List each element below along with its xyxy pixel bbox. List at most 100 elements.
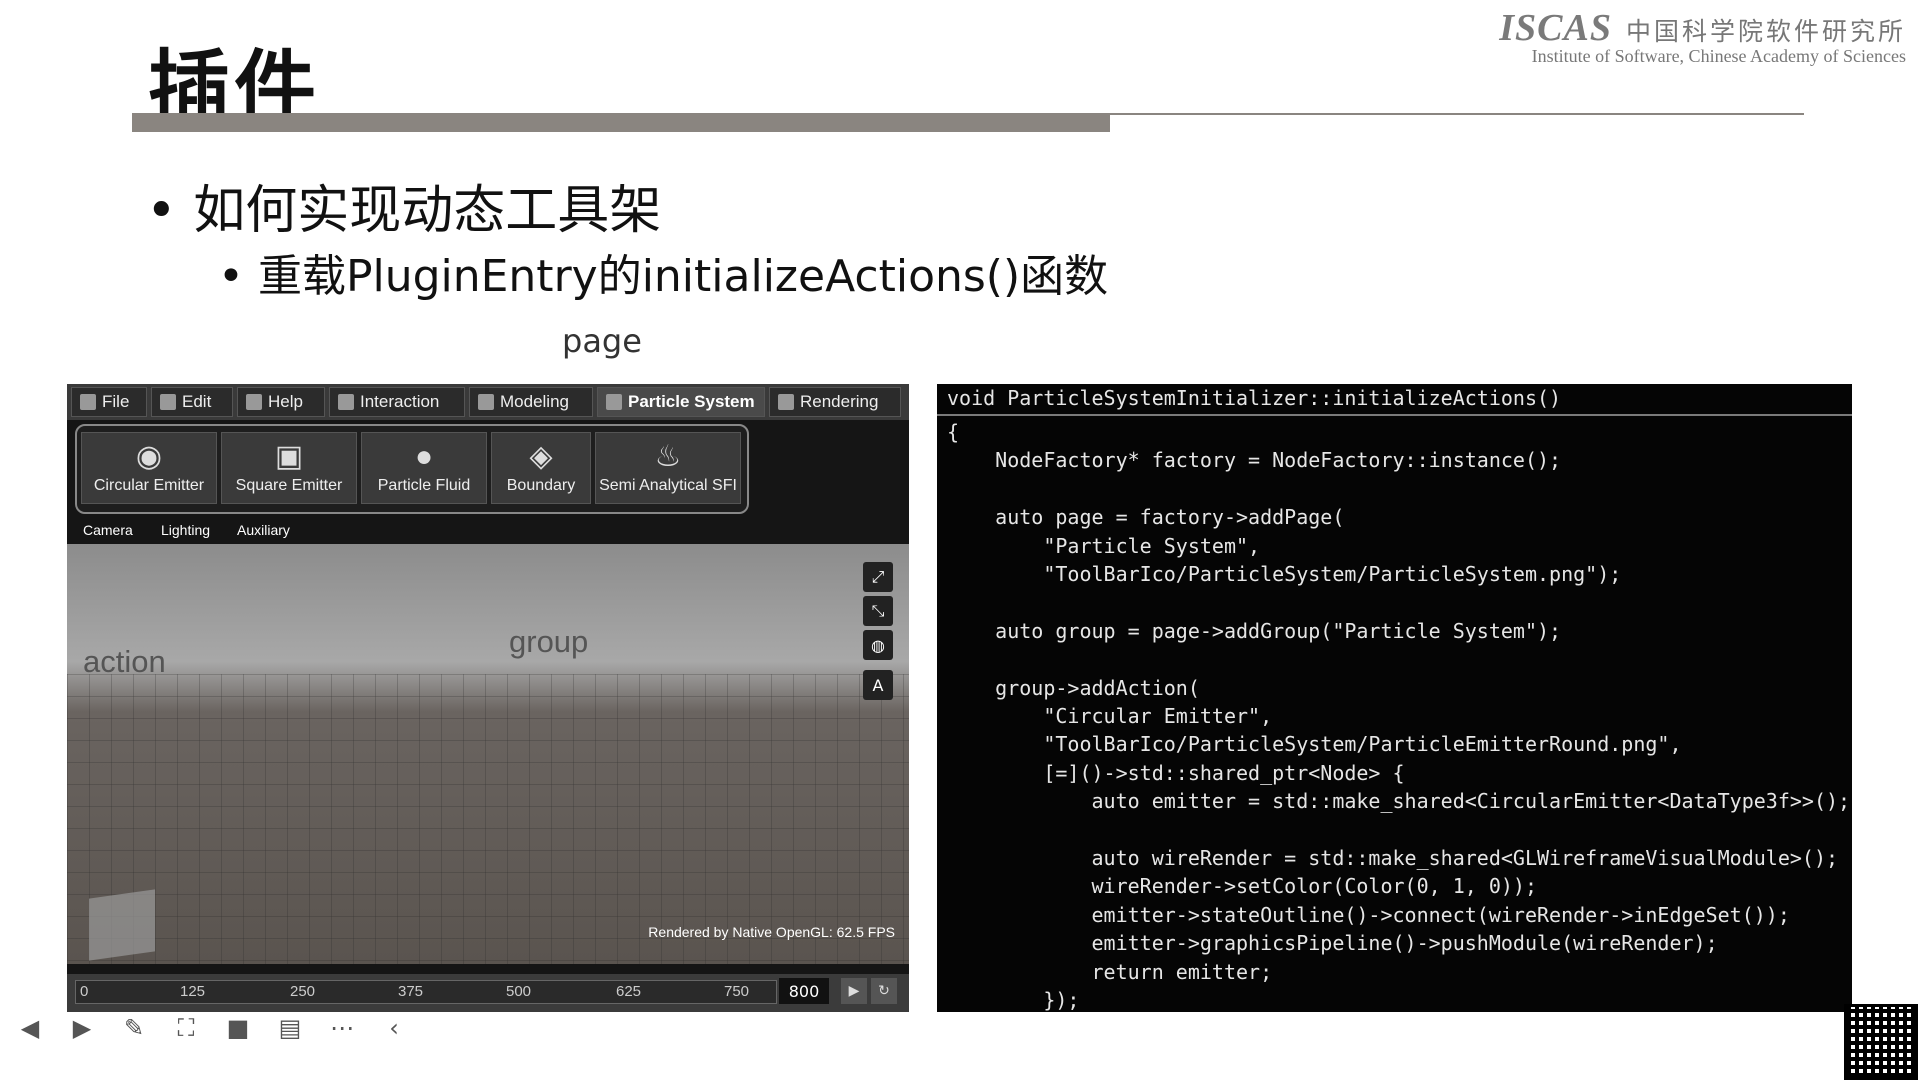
code-line: auto group = page->addGroup("Particle Sy… xyxy=(947,618,1562,643)
frame-count-field[interactable]: 800 xyxy=(779,978,829,1004)
tool-circular-emitter[interactable]: ◉ Circular Emitter xyxy=(81,432,217,504)
timeline-tick: 125 xyxy=(180,983,206,1000)
callout-page: page xyxy=(562,322,642,360)
tab-particle-system[interactable]: Particle System xyxy=(597,387,765,417)
logo-mark: ISCAS xyxy=(1499,7,1612,49)
camera-icon[interactable]: ■ xyxy=(222,1012,254,1044)
particles-icon xyxy=(606,394,622,410)
tab-interaction[interactable]: Interaction xyxy=(329,387,465,417)
capture-icon[interactable]: ⛶ xyxy=(170,1012,202,1044)
code-line: group->addAction( xyxy=(947,675,1200,700)
code-line: }); xyxy=(947,988,1080,1012)
pointer-icon xyxy=(338,394,354,410)
previous-icon[interactable]: ◀ xyxy=(14,1012,46,1044)
tab-modeling[interactable]: Modeling xyxy=(469,387,593,417)
tool-label: Particle Fluid xyxy=(377,477,471,494)
timeline-tick: 500 xyxy=(506,983,532,1000)
square-emitter-icon: ▣ xyxy=(274,440,304,473)
tool-boundary[interactable]: ◈ Boundary xyxy=(491,432,591,504)
file-icon xyxy=(80,394,96,410)
code-line: "Particle System", xyxy=(947,533,1261,558)
tab-help[interactable]: Help xyxy=(237,387,325,417)
timeline-tick: 0 xyxy=(80,983,89,1000)
cube-icon: ◈ xyxy=(529,440,553,473)
monitor-icon xyxy=(778,394,794,410)
modeling-icon xyxy=(478,394,494,410)
tool-square-emitter[interactable]: ▣ Square Emitter xyxy=(221,432,357,504)
group-tabs: Camera Lighting Auxiliary xyxy=(67,522,909,540)
menu-tab-bar: File Edit Help Interaction Modeling Part… xyxy=(67,384,909,420)
tab-rendering[interactable]: Rendering xyxy=(769,387,901,417)
timeline-tick: 250 xyxy=(290,983,316,1000)
play-icon[interactable]: ▶ xyxy=(66,1012,98,1044)
group-camera[interactable]: Camera xyxy=(83,522,133,538)
tab-file[interactable]: File xyxy=(71,387,147,417)
particle-fluid-icon: ● xyxy=(414,440,434,473)
tool-label: Boundary xyxy=(506,477,576,494)
code-signature: void ParticleSystemInitializer::initiali… xyxy=(947,386,1562,410)
circular-emitter-icon: ◉ xyxy=(135,440,163,473)
code-line: "ToolBarIco/ParticleSystem/ParticleEmitt… xyxy=(947,732,1682,757)
callout-action: action xyxy=(83,644,166,679)
expand-icon[interactable]: ⤡ xyxy=(863,596,893,626)
chevron-left-icon[interactable]: ‹ xyxy=(378,1012,410,1044)
tool-label: Circular Emitter xyxy=(93,477,205,494)
callout-group: group xyxy=(509,624,589,659)
tool-semi-analytical-sfi[interactable]: ♨ Semi Analytical SFI xyxy=(595,432,741,504)
globe-icon[interactable]: ◍ xyxy=(863,630,893,660)
bullet-sub: • 重载PluginEntry的initializeActions()函数 xyxy=(218,251,1109,302)
more-icon[interactable]: ⋯ xyxy=(326,1012,358,1044)
fit-icon[interactable]: ⤢ xyxy=(863,562,893,592)
orientation-cube[interactable] xyxy=(89,889,155,961)
bullet-main: • 如何实现动态工具架 xyxy=(146,181,662,241)
tab-label: Modeling xyxy=(500,392,569,411)
code-header: void ParticleSystemInitializer::initiali… xyxy=(937,384,1852,416)
code-line: auto page = factory->addPage( xyxy=(947,505,1345,530)
code-line: auto emitter = std::make_shared<Circular… xyxy=(947,789,1851,814)
timeline-tick: 750 xyxy=(724,983,750,1000)
timeline-slider[interactable]: 0 125 250 375 500 625 750 xyxy=(75,980,777,1004)
tool-particle-fluid[interactable]: ● Particle Fluid xyxy=(361,432,487,504)
tab-label: Interaction xyxy=(360,392,440,411)
code-line: { xyxy=(947,420,960,444)
fps-readout: Rendered by Native OpenGL: 62.5 FPS xyxy=(648,924,895,940)
tab-label: File xyxy=(102,392,130,411)
group-lighting[interactable]: Lighting xyxy=(161,522,210,538)
app-screenshot: File Edit Help Interaction Modeling Part… xyxy=(67,384,909,1012)
presentation-controls: ◀ ▶ ✎ ⛶ ■ ▤ ⋯ ‹ xyxy=(14,1012,414,1052)
3d-viewport[interactable]: ⤢ ⤡ ◍ A Rendered by Native OpenGL: 62.5 … xyxy=(67,544,909,964)
tool-label: Semi Analytical SFI xyxy=(599,477,737,494)
comment-icon[interactable]: ▤ xyxy=(274,1012,306,1044)
tool-shelf: ◉ Circular Emitter ▣ Square Emitter ● Parti… xyxy=(75,424,749,514)
code-line: wireRender->setColor(Color(0, 1, 0)); xyxy=(947,874,1538,899)
code-line: emitter->stateOutline()->connect(wireRen… xyxy=(947,902,1790,927)
title-underline-line xyxy=(1110,113,1804,115)
logo-english-name: Institute of Software, Chinese Academy o… xyxy=(1531,46,1906,66)
timeline-tick: 375 xyxy=(398,983,424,1000)
gear-icon xyxy=(160,394,176,410)
code-line: auto wireRender = std::make_shared<GLWir… xyxy=(947,846,1839,870)
tab-label: Rendering xyxy=(800,392,879,411)
tab-label: Help xyxy=(268,392,303,411)
code-line: emitter->graphicsPipeline()->pushModule(… xyxy=(947,931,1718,956)
tab-edit[interactable]: Edit xyxy=(151,387,233,417)
code-panel: void ParticleSystemInitializer::initiali… xyxy=(937,384,1852,1012)
iscas-logo: ISCAS 中国科学院软件研究所 Institute of Software, C… xyxy=(1436,6,1906,67)
viewport-side-tools: ⤢ ⤡ ◍ A xyxy=(863,556,895,716)
code-line: "ToolBarIco/ParticleSystem/ParticleSyste… xyxy=(947,562,1622,586)
code-line: return emitter; xyxy=(947,959,1273,984)
play-icon[interactable]: ▶ xyxy=(841,978,867,1004)
ground-grid xyxy=(67,674,909,964)
tab-label: Particle System xyxy=(628,392,755,411)
pen-icon[interactable]: ✎ xyxy=(118,1012,150,1044)
axis-label-button[interactable]: A xyxy=(863,670,893,700)
code-line: NodeFactory* factory = NodeFactory::inst… xyxy=(947,448,1562,473)
group-auxiliary[interactable]: Auxiliary xyxy=(237,522,290,538)
reset-icon[interactable]: ↻ xyxy=(871,978,897,1004)
timeline-tick: 625 xyxy=(616,983,642,1000)
book-icon xyxy=(246,394,262,410)
tool-label: Square Emitter xyxy=(235,477,343,494)
qr-code xyxy=(1844,1004,1918,1080)
logo-chinese-name: 中国科学院软件研究所 xyxy=(1625,17,1906,46)
tab-label: Edit xyxy=(182,392,212,411)
